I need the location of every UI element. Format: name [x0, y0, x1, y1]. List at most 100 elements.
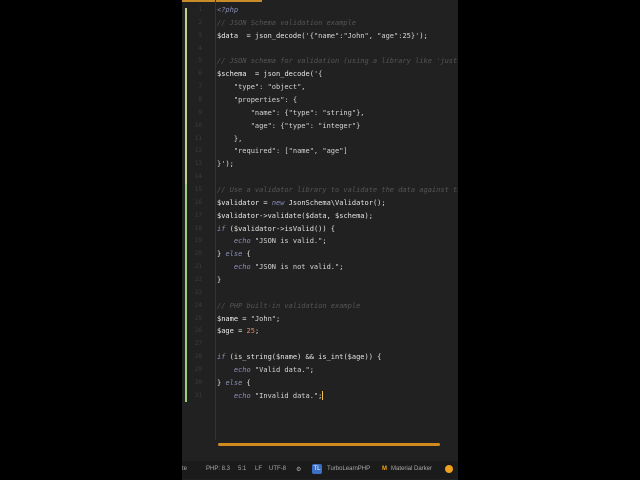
code-line[interactable]: 1 <?php: [182, 4, 458, 17]
code-line[interactable]: 22}: [182, 274, 458, 287]
code-text: $data = json_decode('{"name":"John", "ag…: [217, 30, 428, 43]
line-number: 21: [194, 263, 202, 271]
code-line[interactable]: 10 "age": {"type": "integer"}: [182, 120, 458, 133]
status-bar: te PHP: 8.3 5:1 LF UTF-8 ⚙ TL TurboLearn…: [182, 461, 458, 479]
code-text: $age = 25;: [217, 325, 259, 338]
code-token: else: [225, 378, 243, 387]
code-line[interactable]: 26 $age = 25;: [182, 325, 458, 338]
code-token: ($validator->isValid()) {: [225, 224, 336, 233]
code-token: "name": {"type": "string"},: [217, 108, 365, 117]
line-number: 18: [194, 224, 202, 232]
code-token: );: [225, 160, 234, 169]
code-line[interactable]: 23: [182, 287, 458, 300]
code-token: $age: [217, 327, 234, 336]
project-name[interactable]: TurboLearnPHP: [327, 466, 370, 472]
line-number: 23: [194, 288, 202, 296]
code-line[interactable]: 14: [182, 171, 458, 184]
code-line[interactable]: 8 "properties": {: [182, 94, 458, 107]
notification-icon[interactable]: [445, 465, 453, 473]
code-text: "properties": {: [217, 94, 297, 107]
code-line[interactable]: 25 $name = "John";: [182, 313, 458, 326]
code-token: {: [242, 250, 251, 259]
active-tab-indicator: [182, 0, 262, 2]
line-number: 1: [198, 6, 202, 13]
code-text: }');: [217, 158, 234, 171]
code-line[interactable]: 20} else {: [182, 248, 458, 261]
code-line[interactable]: 30} else {: [182, 377, 458, 390]
line-number: 24: [194, 301, 202, 309]
line-number: 14: [194, 173, 202, 181]
code-token: "properties": {: [217, 96, 298, 105]
code-line[interactable]: 17 $validator->validate($data, $schema);: [182, 210, 458, 223]
code-token: },: [217, 134, 243, 143]
code-text: echo "Invalid data.";: [217, 390, 324, 403]
code-token: $name: [217, 314, 239, 323]
code-line[interactable]: 7 "type": "object",: [182, 81, 458, 94]
code-token: ->validate($data, $schema);: [259, 211, 373, 220]
line-number: 6: [198, 70, 202, 78]
code-line[interactable]: 29 echo "Valid data.";: [182, 364, 458, 377]
code-line[interactable]: 28 if (is_string($name) && is_int($age)) …: [182, 351, 458, 364]
code-token: "John": [250, 314, 277, 323]
code-line[interactable]: 11 },: [182, 133, 458, 146]
line-number: 26: [194, 327, 202, 335]
code-text: $validator = new JsonSchema\Validator();: [217, 197, 386, 210]
code-token: ;: [276, 314, 281, 323]
code-token: echo: [217, 263, 251, 272]
code-token: else: [225, 250, 243, 259]
code-text: $validator->validate($data, $schema);: [217, 210, 373, 223]
line-number: 13: [194, 160, 202, 168]
line-number: 30: [194, 378, 202, 386]
code-line[interactable]: 21 echo "JSON is not valid.";: [182, 261, 458, 274]
code-line[interactable]: 13 }');: [182, 158, 458, 171]
code-line[interactable]: 5 // JSON schema for validation (using a …: [182, 55, 458, 68]
code-token: echo: [217, 237, 251, 246]
code-line[interactable]: 18 if ($validator->isValid()) {: [182, 223, 458, 236]
line-number: 29: [194, 366, 202, 374]
code-text: echo "JSON is valid.";: [217, 235, 327, 248]
code-token: // PHP built-in validation example: [217, 301, 361, 310]
code-token: ;: [322, 237, 327, 246]
code-lines[interactable]: 1 <?php 2 // JSON Schema validation example…: [182, 4, 458, 403]
code-text: $name = "John";: [217, 313, 280, 326]
line-number: 10: [194, 121, 202, 129]
cursor-position[interactable]: 5:1: [238, 466, 246, 472]
code-line[interactable]: 15 // Use a validator library to validate…: [182, 184, 458, 197]
code-token: $data: [217, 31, 239, 40]
gear-icon[interactable]: ⚙: [296, 466, 301, 473]
code-line[interactable]: 2 // JSON Schema validation example: [182, 17, 458, 30]
code-line[interactable]: 12 "required": ["name", "age"]: [182, 145, 458, 158]
php-version[interactable]: PHP: 8.3: [206, 466, 230, 472]
code-text: } else {: [217, 248, 251, 261]
line-number: 7: [198, 83, 202, 91]
code-text: "type": "object",: [217, 81, 306, 94]
code-token: (is_string($name) && is_int($age)) {: [225, 353, 382, 362]
line-number: 15: [194, 186, 202, 194]
code-line[interactable]: 3 $data = json_decode('{"name":"John", "a…: [182, 30, 458, 43]
code-line[interactable]: 27: [182, 338, 458, 351]
code-line[interactable]: 24 // PHP built-in validation example: [182, 300, 458, 313]
code-editor[interactable]: 1 <?php 2 // JSON Schema validation example…: [182, 0, 458, 480]
encoding[interactable]: UTF-8: [269, 466, 286, 472]
line-number: 5: [198, 57, 202, 65]
code-line[interactable]: 9 "name": {"type": "string"},: [182, 107, 458, 120]
code-text: if ($validator->isValid()) {: [217, 223, 335, 236]
code-line[interactable]: 19 echo "JSON is valid.";: [182, 235, 458, 248]
theme-name[interactable]: Material Darker: [391, 466, 432, 472]
code-line[interactable]: 31 echo "Invalid data.";: [182, 390, 458, 403]
code-token: "Invalid data.": [250, 391, 319, 400]
line-number: 19: [194, 237, 202, 245]
line-number: 4: [198, 44, 202, 52]
line-ending[interactable]: LF: [255, 466, 262, 472]
line-number: 2: [198, 18, 202, 26]
code-token: // JSON Schema validation example: [217, 18, 357, 27]
code-line[interactable]: 4: [182, 43, 458, 56]
code-line[interactable]: 16 $validator = new JsonSchema\Validator(…: [182, 197, 458, 210]
code-token: ;: [339, 263, 344, 272]
line-number: 22: [194, 276, 202, 284]
horizontal-scrollbar[interactable]: [218, 443, 440, 446]
code-token: '{"name":"John", "age":25}': [305, 31, 420, 40]
code-text: // Use a validator library to validate t…: [217, 184, 458, 197]
code-line[interactable]: 6 $schema = json_decode('{: [182, 68, 458, 81]
code-token: );: [419, 31, 428, 40]
